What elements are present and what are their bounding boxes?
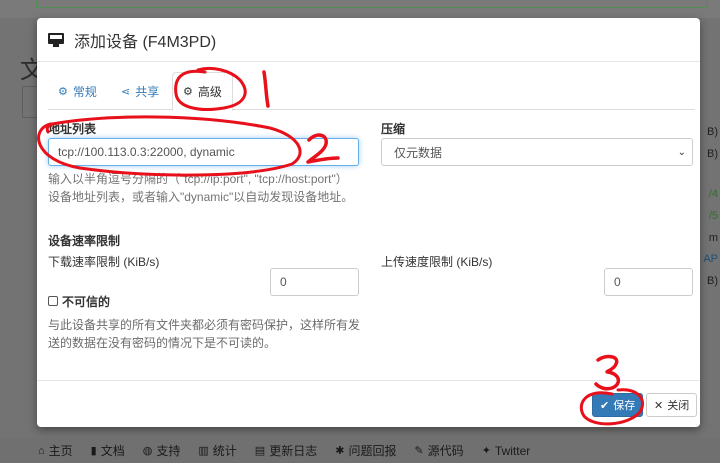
add-device-dialog: 添加设备 (F4M3PD) ⚙ 常规 ⋖ 共享 ⚙ 高级 地址列表 输入以半角逗… (37, 18, 700, 427)
footer-link-home[interactable]: ⌂ 主页 (38, 442, 73, 459)
background-right-text: /5 (708, 210, 718, 222)
tab-label: 高级 (197, 85, 222, 99)
compression-selected: 仅元数据 (394, 145, 443, 160)
check-icon: ✔ (600, 399, 610, 412)
tab-general[interactable]: ⚙ 常规 (48, 72, 107, 110)
tab-bar: ⚙ 常规 ⋖ 共享 ⚙ 高级 (48, 72, 695, 111)
upload-limit-input[interactable] (604, 268, 693, 296)
dialog-footer: ✔ 保存 ✕ 关闭 (37, 380, 700, 427)
untrusted-help: 与此设备共享的所有文件夹都必须有密码保护，这样所有发 送的数据在没有密码的情况下… (48, 318, 361, 350)
footer-link-twitter[interactable]: ✦ Twitter (482, 444, 531, 458)
upload-limit-label: 上传速度限制 (KiB/s) (381, 255, 493, 269)
footer-link-docs[interactable]: ▮ 文档 (91, 442, 125, 459)
desktop-icon (48, 32, 64, 47)
background-right-text: B) (707, 126, 718, 138)
book-icon: ▮ (90, 445, 97, 457)
footer-link-stats[interactable]: ▥ 统计 (198, 442, 236, 459)
support-icon: ◍ (142, 445, 153, 457)
twitter-icon: ✦ (481, 445, 491, 457)
chevron-down-icon: ⌄ (677, 147, 686, 158)
background-panel-edge (22, 86, 38, 118)
background-right-text: B) (707, 148, 718, 160)
addresses-label: 地址列表 (48, 122, 97, 136)
gear-icon: ⚙ (58, 85, 68, 98)
dialog-body: ⚙ 常规 ⋖ 共享 ⚙ 高级 地址列表 输入以半角逗号分隔的（"tcp://ip… (37, 62, 700, 380)
background-footer-nav: ⌂ 主页 ▮ 文档 ◍ 支持 ▥ 统计 ▤ 更新日志 ✱ 问题回报 ✎ 源代码 ✦ Twitte… (0, 438, 720, 463)
untrusted-label: 不可信的 (62, 295, 111, 309)
background-top-panel (36, 0, 708, 8)
addresses-input[interactable] (48, 138, 359, 166)
background-right-text: AP (703, 253, 718, 265)
tab-label: 共享 (135, 84, 160, 99)
download-limit-input[interactable] (270, 268, 359, 296)
addresses-help: 输入以半角逗号分隔的（"tcp://ip:port", "tcp://host:… (48, 172, 354, 204)
close-icon: ✕ (654, 399, 664, 412)
bug-icon: ✱ (335, 445, 345, 457)
rate-limit-label: 设备速率限制 (48, 234, 121, 248)
dialog-header: 添加设备 (F4M3PD) (37, 18, 700, 62)
background-right-text: B) (707, 275, 718, 287)
close-button[interactable]: ✕ 关闭 (646, 393, 698, 417)
untrusted-checkbox[interactable] (48, 296, 58, 306)
compression-select[interactable]: 仅元数据 ⌄ (381, 138, 693, 166)
gears-icon: ⚙ (183, 86, 193, 98)
share-icon: ⋖ (121, 85, 131, 98)
changelog-icon: ▤ (254, 445, 266, 457)
footer-link-bugs[interactable]: ✱ 问题回报 (335, 442, 396, 459)
dialog-title: 添加设备 (F4M3PD) (74, 33, 217, 51)
wrench-icon: ✎ (414, 445, 424, 457)
tab-sharing[interactable]: ⋖ 共享 (111, 72, 169, 110)
save-button[interactable]: ✔ 保存 (592, 393, 644, 417)
stats-icon: ▥ (198, 445, 209, 457)
footer-link-changelog[interactable]: ▤ 更新日志 (255, 442, 317, 459)
tab-advanced[interactable]: ⚙ 高级 (172, 72, 233, 111)
background-right-text: /4 (708, 188, 718, 200)
footer-link-source[interactable]: ✎ 源代码 (414, 442, 463, 459)
home-icon: ⌂ (38, 444, 45, 457)
background-right-text: m (708, 232, 718, 244)
compression-label: 压缩 (381, 122, 406, 136)
tab-label: 常规 (72, 84, 97, 99)
footer-link-support[interactable]: ◍ 支持 (143, 442, 181, 459)
download-limit-label: 下载速率限制 (KiB/s) (48, 255, 160, 269)
